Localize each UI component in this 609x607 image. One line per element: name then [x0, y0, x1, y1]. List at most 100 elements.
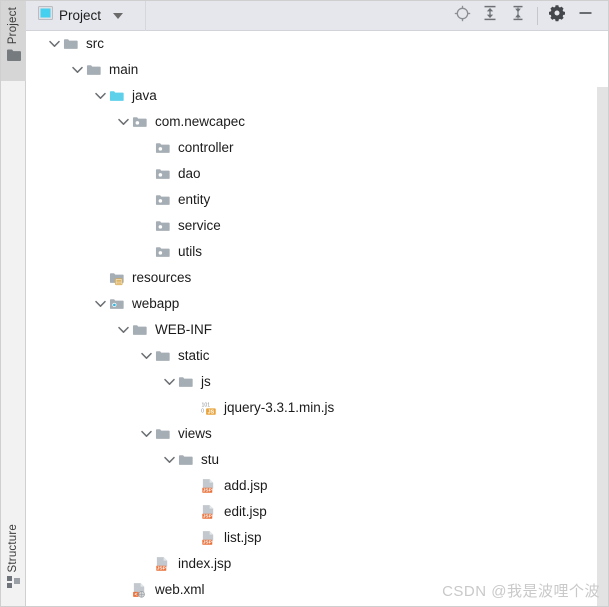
project-tool-window: Project Structure Project src main java …	[0, 0, 609, 607]
chevron-down-icon[interactable]	[92, 88, 108, 104]
locate-target-icon	[454, 5, 471, 27]
tree-node-label: dao	[178, 166, 201, 181]
header-divider	[145, 1, 147, 31]
folder-gray-icon	[154, 426, 171, 442]
package-icon	[154, 166, 171, 182]
action-separator	[537, 6, 538, 25]
folder-gray-icon	[177, 374, 194, 390]
tree-node-label: resources	[132, 270, 192, 285]
tree-node-index.jsp[interactable]: JSP index.jsp	[26, 551, 608, 577]
tab-project[interactable]: Project	[26, 1, 137, 31]
vertical-scrollbar[interactable]	[597, 87, 608, 606]
svg-text:JSP: JSP	[157, 566, 167, 572]
svg-text:JSP: JSP	[203, 488, 213, 494]
tree-node-label: com.newcapec	[155, 114, 246, 129]
package-icon	[154, 244, 171, 260]
svg-text:JS: JS	[208, 410, 215, 416]
tree-node-label: utils	[178, 244, 203, 259]
tree-node-webapp[interactable]: webapp	[26, 291, 608, 317]
svg-text:101: 101	[202, 402, 211, 408]
tree-node-web.xml[interactable]: < web.xml	[26, 577, 608, 603]
tree-node-label: java	[132, 88, 157, 103]
jsp-file-icon: JSP	[154, 556, 171, 572]
chevron-down-icon[interactable]	[161, 452, 177, 468]
tree-node-com.newcapec[interactable]: com.newcapec	[26, 109, 608, 135]
tree-node-label: js	[201, 374, 211, 389]
sidebar-item-project-label: Project	[7, 7, 19, 45]
package-icon	[131, 114, 148, 130]
sidebar-item-structure[interactable]: Structure	[1, 516, 26, 606]
tree-node-controller[interactable]: controller	[26, 135, 608, 161]
expand-all-icon	[482, 5, 498, 26]
tree-node-label: web.xml	[155, 582, 205, 597]
tree-node-label: src	[86, 36, 104, 51]
folder-gray-icon	[177, 452, 194, 468]
locate-target-icon-button[interactable]	[448, 2, 476, 30]
tree-node-label: edit.jsp	[224, 504, 267, 519]
chevron-down-icon[interactable]	[161, 374, 177, 390]
tab-project-label: Project	[59, 8, 102, 23]
chevron-down-icon[interactable]	[46, 36, 62, 52]
tree-node-src[interactable]: src	[26, 31, 608, 57]
svg-text:JSP: JSP	[203, 514, 213, 520]
jsp-file-icon: JSP	[200, 478, 217, 494]
tree-node-js[interactable]: js	[26, 369, 608, 395]
folder-gray-icon	[85, 62, 102, 78]
tree-node-main[interactable]: main	[26, 57, 608, 83]
sidebar-item-structure-label: Structure	[7, 524, 19, 573]
xml-descriptor-file-icon: <	[131, 582, 148, 598]
tree-node-label: index.jsp	[178, 556, 232, 571]
tree-node-label: views	[178, 426, 212, 441]
svg-text:0: 0	[201, 409, 204, 415]
jsp-file-icon: JSP	[200, 530, 217, 546]
tree-node-label: stu	[201, 452, 220, 467]
svg-text:<: <	[134, 592, 137, 598]
tree-node-views[interactable]: views	[26, 421, 608, 447]
folder-gray-icon	[154, 348, 171, 364]
tree-node-web-inf[interactable]: WEB-INF	[26, 317, 608, 343]
folder-resources-icon	[108, 270, 125, 286]
tree-node-label: WEB-INF	[155, 322, 212, 337]
tree-node-static[interactable]: static	[26, 343, 608, 369]
chevron-down-icon[interactable]	[92, 296, 108, 312]
tree-node-label: controller	[178, 140, 234, 155]
tree-node-label: main	[109, 62, 139, 77]
expand-all-icon-button[interactable]	[476, 2, 504, 30]
folder-gray-icon	[62, 36, 79, 52]
js-minified-file-icon: 101 0 JS	[200, 400, 217, 416]
folder-webapp-icon	[108, 296, 125, 312]
chevron-down-icon[interactable]	[115, 322, 131, 338]
chevron-down-icon[interactable]	[115, 114, 131, 130]
minimize-icon-button[interactable]	[571, 2, 599, 30]
chevron-down-icon[interactable]	[138, 426, 154, 442]
package-icon	[154, 218, 171, 234]
gear-icon	[548, 4, 566, 27]
folder-gray-icon	[131, 322, 148, 338]
tree-node-label: service	[178, 218, 221, 233]
tree-node-stu[interactable]: stu	[26, 447, 608, 473]
tree-node-resources[interactable]: resources	[26, 265, 608, 291]
chevron-down-icon[interactable]	[113, 12, 124, 19]
sidebar-item-project[interactable]: Project	[1, 1, 26, 81]
tree-node-label: add.jsp	[224, 478, 268, 493]
tree-node-list.jsp[interactable]: JSP list.jsp	[26, 525, 608, 551]
tool-window-header: Project	[26, 1, 608, 31]
chevron-down-icon[interactable]	[138, 348, 154, 364]
tree-node-jquery-3.3.1.min.js[interactable]: 101 0 JS jquery-3.3.1.min.js	[26, 395, 608, 421]
tree-node-label: entity	[178, 192, 211, 207]
tree-node-dao[interactable]: dao	[26, 161, 608, 187]
tree-node-java[interactable]: java	[26, 83, 608, 109]
project-tree[interactable]: src main java com.newcapec controller dao enti…	[26, 31, 608, 606]
collapse-all-icon	[510, 5, 526, 26]
structure-icon	[6, 576, 21, 595]
tree-node-add.jsp[interactable]: JSP add.jsp	[26, 473, 608, 499]
gear-icon-button[interactable]	[543, 2, 571, 30]
tree-node-edit.jsp[interactable]: JSP edit.jsp	[26, 499, 608, 525]
package-icon	[154, 140, 171, 156]
chevron-down-icon[interactable]	[69, 62, 85, 78]
collapse-all-icon-button[interactable]	[504, 2, 532, 30]
tree-node-utils[interactable]: utils	[26, 239, 608, 265]
tree-node-entity[interactable]: entity	[26, 187, 608, 213]
tree-node-service[interactable]: service	[26, 213, 608, 239]
tree-node-label: static	[178, 348, 210, 363]
